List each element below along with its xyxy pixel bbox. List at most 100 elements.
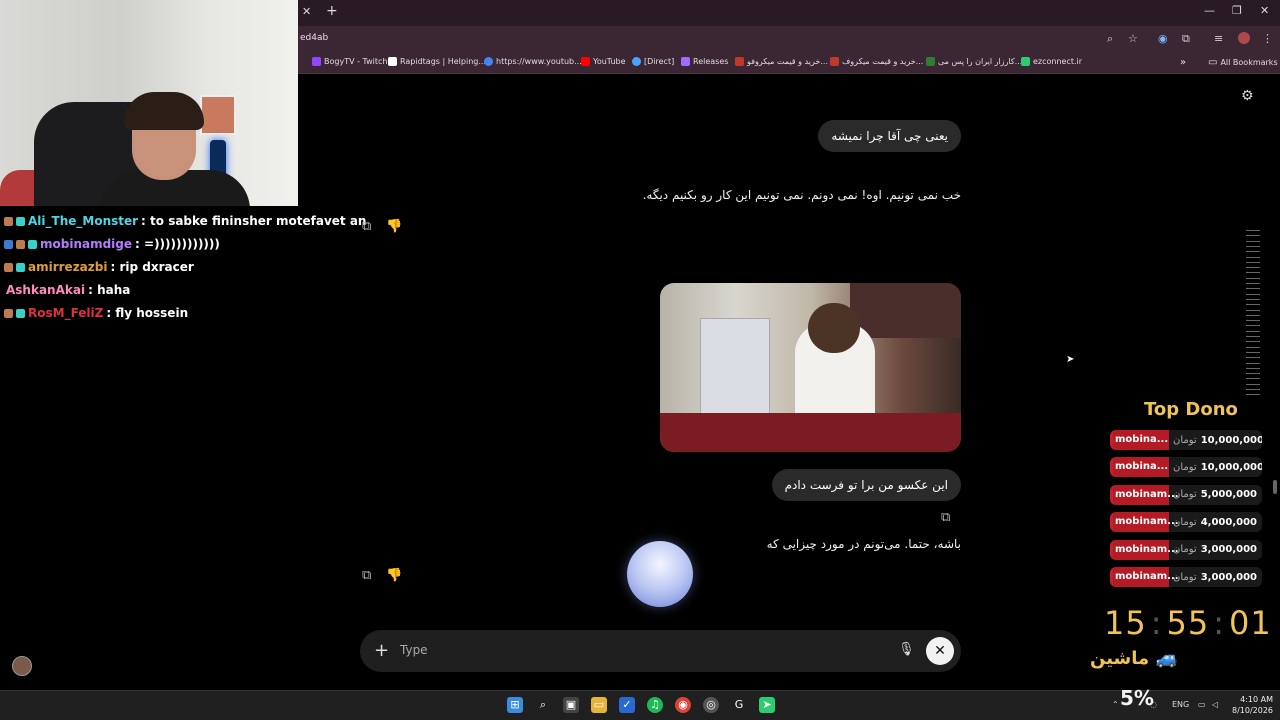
ruler-tick — [1246, 267, 1260, 269]
all-bookmarks[interactable]: ▭ All Bookmarks — [1208, 57, 1278, 68]
bookmark-item[interactable]: BogyTV - Twitch — [312, 57, 387, 66]
ruler-tick — [1246, 346, 1260, 348]
ruler-tick — [1246, 367, 1260, 369]
cam-poster — [200, 95, 236, 135]
lang-indicator[interactable]: ENG — [1172, 700, 1189, 709]
spotify-icon[interactable]: ♫ — [647, 697, 663, 713]
system-clock[interactable]: 4:10 AM 8/10/2026 — [1232, 694, 1273, 716]
twitch-icon — [312, 57, 321, 66]
puzzle-icon[interactable]: ⧉ — [1182, 33, 1190, 44]
cam-hair — [124, 92, 204, 130]
chevron-up-icon[interactable]: ⌃ — [1112, 700, 1119, 709]
omega-icon — [632, 57, 641, 66]
star-icon[interactable]: ☆ — [1128, 33, 1138, 44]
sent-photo[interactable] — [660, 283, 961, 452]
google-icon — [484, 57, 493, 66]
app-icon[interactable]: ✓ — [619, 697, 635, 713]
chat-message: RosM_FeliZ : fly hossein — [4, 306, 188, 320]
ruler-tick — [1246, 304, 1260, 306]
dono-row: mobinam... تومان 4,000,000 — [1110, 512, 1262, 533]
speaker-icon[interactable]: ◁ — [1212, 700, 1218, 709]
ruler-tick — [1246, 394, 1260, 396]
bookmark-item[interactable]: کارزار ایران را پس می... — [926, 57, 1022, 66]
dono-row: mobina... تومان 10,000,000 — [1110, 430, 1262, 450]
chat-text: : rip dxracer — [110, 260, 194, 274]
task-view-icon[interactable]: ▣ — [563, 697, 579, 713]
copy-icon[interactable]: ⧉ — [362, 219, 371, 234]
close-window-icon[interactable]: ✕ — [1260, 5, 1269, 16]
youtube-icon — [581, 57, 590, 66]
message-input-bar[interactable]: + Type 🎙 ✕ — [360, 630, 961, 672]
dono-amount: 10,000,000 — [1200, 434, 1262, 446]
thumbs-icon[interactable]: 👎 — [386, 219, 402, 234]
car-icon: 🚙 — [1155, 648, 1178, 669]
bookmark-item[interactable]: YouTube — [581, 57, 626, 66]
bookmark-item[interactable]: خرید و قیمت میکروفو... — [735, 57, 828, 66]
cursor-icon: ➤ — [1066, 354, 1075, 365]
profile-avatar[interactable] — [1238, 32, 1250, 44]
chat-text: : to sabke fininsher motefavet an — [141, 214, 367, 228]
chat-text: : fly hossein — [106, 306, 189, 320]
search-icon[interactable]: ⌕ — [535, 697, 551, 713]
voice-orb — [627, 541, 693, 607]
copy-icon[interactable]: ⧉ — [362, 568, 371, 583]
shop-icon — [830, 57, 839, 66]
copy-icon[interactable]: ⧉ — [941, 510, 950, 525]
url-text[interactable]: ed4ab — [300, 33, 328, 43]
bookmark-item[interactable]: [Direct] — [632, 57, 674, 66]
app-icon[interactable]: G — [731, 697, 747, 713]
dono-amount: 3,000,000 — [1200, 571, 1258, 583]
media-icon[interactable]: ≡ — [1214, 33, 1223, 44]
dono-row: mobina... تومان 10,000,000 — [1110, 457, 1262, 478]
ruler-tick — [1246, 261, 1260, 263]
ruler-tick — [1246, 309, 1260, 311]
obs-icon[interactable]: ◎ — [703, 697, 719, 713]
chrome-icon[interactable]: ◉ — [675, 697, 691, 713]
ruler-tick — [1246, 240, 1260, 242]
bookmark-item[interactable]: ezconnect.ir — [1021, 57, 1082, 66]
ruler-tick — [1246, 378, 1260, 380]
ruler-tick — [1246, 389, 1260, 390]
zoom-icon[interactable]: ⌕ — [1107, 33, 1113, 44]
bookmark-item[interactable]: Rapidtags | Helping... — [388, 57, 486, 66]
message-input[interactable]: Type — [400, 643, 428, 657]
windows-start-icon[interactable]: ⊞ — [507, 697, 523, 713]
telegram-icon[interactable]: ➤ — [759, 697, 775, 713]
tune-icon[interactable]: ⚙ — [1241, 88, 1254, 104]
shop-icon — [735, 57, 744, 66]
bookmark-item[interactable]: Releases — [681, 57, 728, 66]
minimize-icon[interactable]: — — [1204, 5, 1215, 16]
vehicle-label: ماشین 🚙 — [1090, 648, 1178, 669]
restore-icon[interactable]: ❐ — [1232, 5, 1242, 16]
bookmark-item[interactable]: خرید و قیمت میکروف... — [830, 57, 923, 66]
extension-icon[interactable]: ◉ — [1158, 33, 1168, 44]
chat-username: amirrezazbi — [28, 260, 108, 274]
ruler-tick — [1246, 251, 1260, 253]
badge-icon — [4, 308, 13, 318]
ruler-tick — [1246, 298, 1260, 300]
menu-dots-icon[interactable]: ⋮ — [1262, 33, 1273, 44]
badge-icon — [16, 262, 25, 272]
bookmark-item[interactable]: https://www.youtub... — [484, 57, 582, 66]
chat-message: amirrezazbi : rip dxracer — [4, 260, 194, 274]
ruler-tick — [1246, 341, 1260, 343]
close-icon[interactable]: ✕ — [302, 6, 311, 17]
mic-icon[interactable]: 🎙 — [898, 642, 915, 657]
close-icon[interactable]: ✕ — [926, 637, 954, 665]
webcam-overlay — [0, 0, 298, 206]
new-tab-icon[interactable]: + — [326, 4, 338, 18]
wifi-icon[interactable]: ◌ — [1150, 700, 1157, 709]
thumbs-icon[interactable]: 👎 — [386, 568, 402, 583]
more-bookmarks-icon[interactable]: » — [1180, 57, 1186, 68]
folder-icon[interactable]: ▭ — [591, 697, 607, 713]
dono-name: mobinam... — [1113, 567, 1179, 587]
network-icon[interactable]: ▭ — [1198, 700, 1206, 709]
dono-amount: 5,000,000 — [1200, 489, 1258, 501]
scrollbar[interactable] — [1273, 480, 1277, 494]
plus-icon[interactable]: + — [374, 640, 389, 661]
assistant-message: خب نمی تونیم. اوه! نمی دونم. نمی تونیم ا… — [642, 188, 961, 202]
dono-name: mobina... — [1113, 430, 1169, 450]
chat-username: RosM_FeliZ — [28, 306, 104, 320]
badge-icon — [4, 216, 13, 226]
ezconnect-icon — [1021, 57, 1030, 66]
